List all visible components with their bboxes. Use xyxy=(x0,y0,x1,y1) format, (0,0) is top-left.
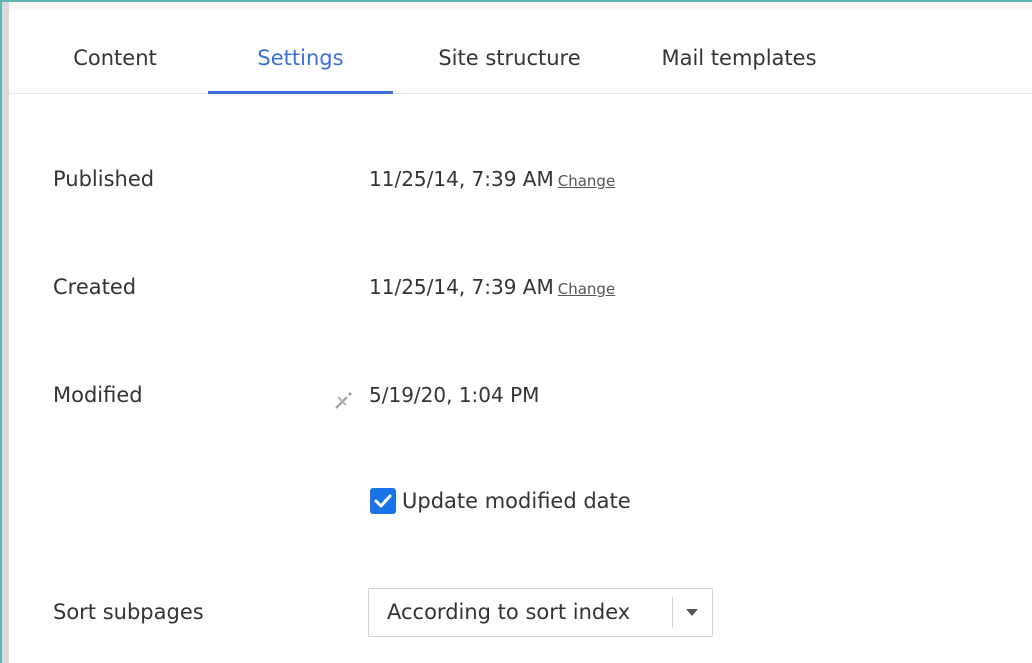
top-strip xyxy=(9,2,1032,10)
sort-subpages-selected: According to sort index xyxy=(387,600,631,624)
tab-bar: Content Settings Site structure Mail tem… xyxy=(9,10,1032,94)
created-label: Created xyxy=(53,275,137,299)
chevron-down-icon[interactable] xyxy=(686,609,698,616)
tab-content-label: Content xyxy=(73,46,157,70)
update-modified-checkbox[interactable] xyxy=(370,488,396,514)
update-modified-label[interactable]: Update modified date xyxy=(402,489,631,513)
modified-date: 5/19/20, 1:04 PM xyxy=(369,383,540,407)
active-tab-indicator xyxy=(208,91,393,94)
sort-subpages-label: Sort subpages xyxy=(53,600,204,624)
tab-mail-templates-label: Mail templates xyxy=(661,46,817,70)
published-date: 11/25/14, 7:39 AM xyxy=(369,167,554,191)
tab-settings[interactable]: Settings xyxy=(208,10,393,94)
tab-site-structure-label: Site structure xyxy=(438,46,581,70)
tab-mail-templates[interactable]: Mail templates xyxy=(649,10,829,93)
published-change-link[interactable]: Change xyxy=(558,172,615,190)
created-value-row: 11/25/14, 7:39 AM Change xyxy=(369,275,615,299)
published-value-row: 11/25/14, 7:39 AM Change xyxy=(369,167,615,191)
select-divider xyxy=(672,597,673,628)
tab-site-structure[interactable]: Site structure xyxy=(417,10,602,93)
published-label: Published xyxy=(53,167,155,191)
window-frame xyxy=(0,0,1032,663)
modified-label: Modified xyxy=(53,383,143,407)
created-change-link[interactable]: Change xyxy=(558,280,615,298)
clear-date-icon[interactable] xyxy=(333,389,355,411)
checkmark-icon xyxy=(374,494,392,508)
sort-subpages-select[interactable]: According to sort index xyxy=(368,588,713,637)
left-gutter xyxy=(2,2,9,663)
tab-content[interactable]: Content xyxy=(59,10,171,93)
created-date: 11/25/14, 7:39 AM xyxy=(369,275,554,299)
tab-settings-label: Settings xyxy=(257,46,344,70)
